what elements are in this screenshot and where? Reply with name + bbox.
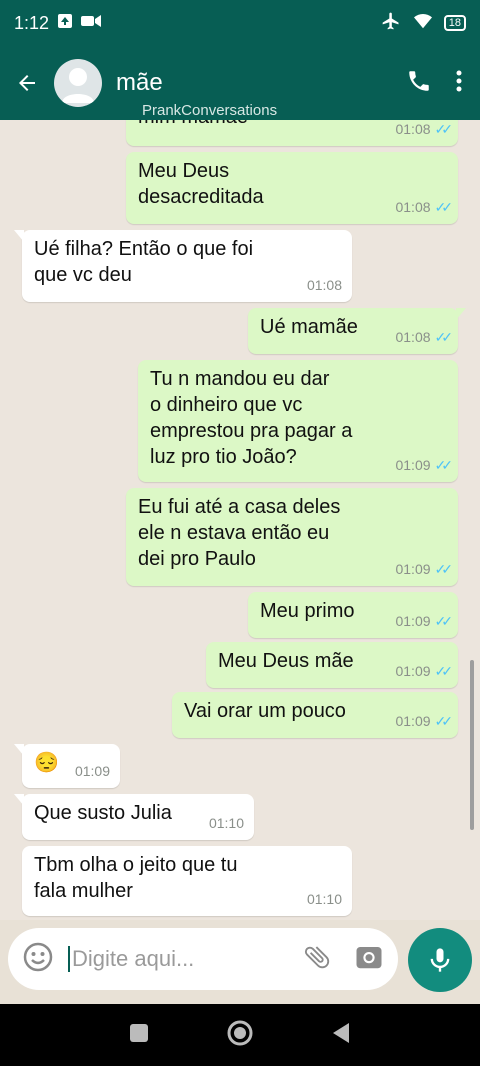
video-icon (81, 14, 102, 33)
double-check-icon: ✓✓ (434, 713, 454, 729)
message-time: 01:09 (395, 713, 431, 729)
message-time: 01:08 (306, 277, 342, 293)
attach-button[interactable] (302, 942, 332, 977)
triangle-back-icon (333, 1022, 349, 1043)
square-icon (130, 1023, 148, 1042)
scrollbar[interactable] (470, 660, 474, 830)
message-text: Tbm olha o jeito que tu fala mulher (34, 854, 238, 902)
circle-home-icon (227, 1020, 253, 1045)
message-outgoing: Meu primo 01:09 ✓✓ (248, 592, 458, 638)
double-check-icon: ✓✓ (434, 121, 454, 137)
message-incoming: Que susto Julia 01:10 (14, 794, 254, 840)
message-time: 01:08 (395, 199, 431, 215)
message-time: 01:09 (395, 561, 431, 577)
message-time: 01:10 (208, 815, 244, 831)
message-time: 01:09 (395, 457, 431, 473)
composer (0, 920, 480, 1004)
message-outgoing: Ué mamãe 01:08 ✓✓ (248, 308, 466, 354)
double-check-icon: ✓✓ (434, 329, 454, 345)
microphone-icon (430, 948, 450, 972)
mic-button[interactable] (408, 928, 472, 992)
message-incoming: 😔 01:09 (14, 744, 120, 788)
arrow-left-icon (19, 75, 35, 91)
message-text: Ué filha? Então o que foi que vc deu (34, 238, 254, 286)
watermark-text: PrankConversations (142, 102, 278, 119)
message-time: 01:09 (395, 663, 431, 679)
system-nav-bar (0, 1004, 480, 1066)
status-bar: 1:12 18 (0, 0, 480, 46)
phone-icon (409, 70, 429, 91)
double-check-icon: ✓✓ (434, 199, 454, 215)
message-outgoing: Eu fui até a casa deles ele n estava ent… (126, 488, 458, 586)
message-incoming: Ué filha? Então o que foi que vc deu 01:… (14, 230, 352, 302)
airplane-icon (380, 11, 402, 36)
message-outgoing: Vai orar um pouco 01:09 ✓✓ (172, 692, 458, 738)
more-options-button[interactable] (456, 69, 462, 98)
camera-icon (356, 946, 382, 968)
message-outgoing: Meu Deus mãe 01:09 ✓✓ (206, 642, 458, 688)
person-icon (62, 68, 94, 103)
home-button[interactable] (227, 1020, 253, 1051)
message-input[interactable] (68, 946, 268, 972)
avatar[interactable] (54, 59, 102, 107)
message-outgoing: mim mamãe 01:08✓✓ (126, 120, 458, 146)
battery-indicator: 18 (443, 15, 466, 31)
back-button[interactable] (0, 71, 54, 95)
double-check-icon: ✓✓ (434, 613, 454, 629)
double-check-icon: ✓✓ (434, 663, 454, 679)
message-outgoing: Tu n mandou eu dar o dinheiro que vc emp… (138, 360, 458, 482)
smiley-icon (23, 942, 53, 971)
double-check-icon: ✓✓ (434, 561, 454, 577)
contact-name[interactable]: mãe (116, 69, 163, 97)
message-time: 01:08 (395, 121, 431, 137)
message-time: 01:10 (306, 891, 342, 907)
message-time: 01:08 (395, 329, 431, 345)
recents-button[interactable] (129, 1023, 149, 1048)
call-button[interactable] (406, 68, 432, 99)
status-time: 1:12 (14, 12, 50, 33)
message-incoming: Tbm olha o jeito que tu fala mulher 01:1… (22, 846, 352, 916)
back-nav-button[interactable] (331, 1022, 351, 1049)
emoji-button[interactable] (22, 941, 54, 978)
paperclip-icon (304, 945, 330, 968)
message-outgoing: Meu Deus desacreditada 01:08 ✓✓ (126, 152, 458, 224)
message-list[interactable]: mim mamãe 01:08✓✓ Meu Deus desacreditada… (0, 120, 480, 920)
message-time: 01:09 (74, 763, 110, 779)
chat-header: mãe PrankConversations (0, 46, 480, 120)
wifi-icon (412, 12, 434, 35)
more-vertical-icon (456, 70, 462, 91)
upload-icon (57, 13, 73, 34)
double-check-icon: ✓✓ (434, 457, 454, 473)
message-input-container (8, 928, 398, 990)
camera-button[interactable] (354, 942, 384, 977)
message-time: 01:09 (395, 613, 431, 629)
